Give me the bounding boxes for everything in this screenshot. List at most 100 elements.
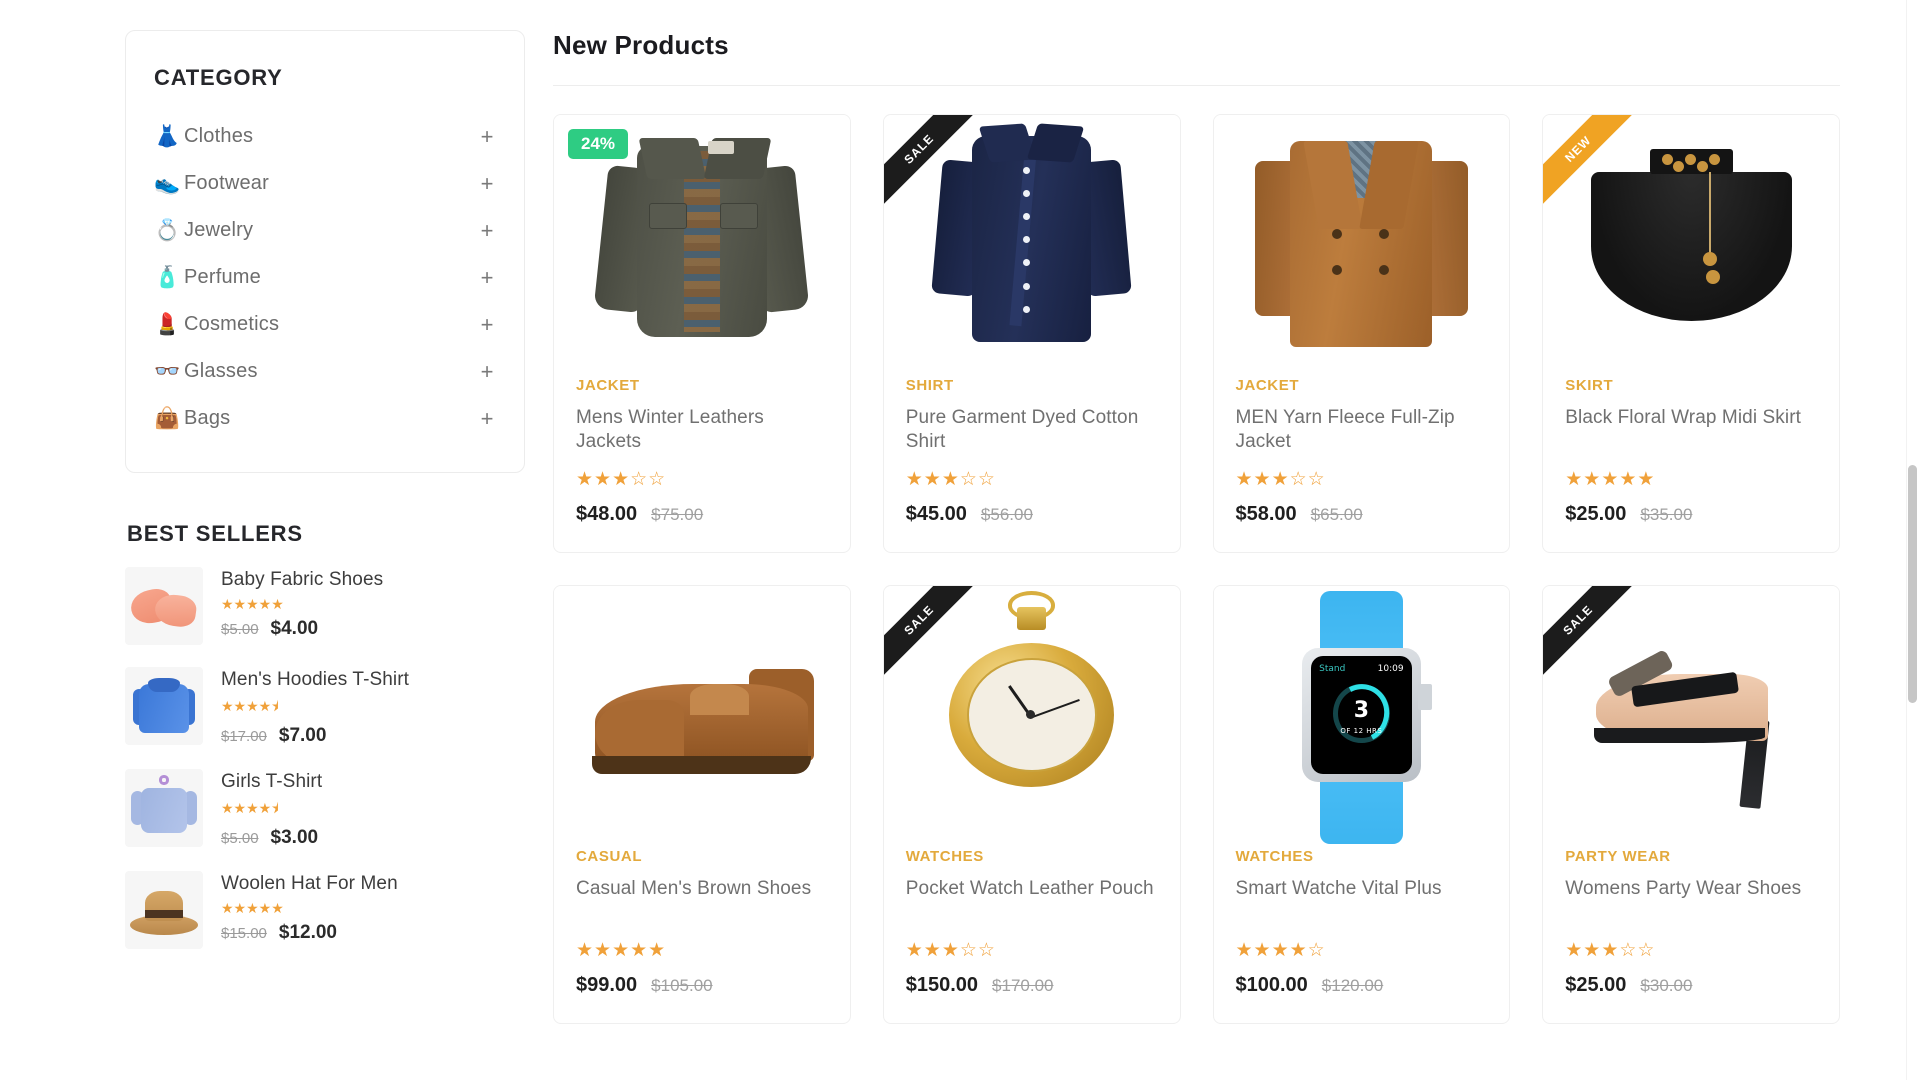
glasses-icon: 👓 <box>154 360 181 383</box>
product-image[interactable]: SALE <box>883 586 1180 844</box>
best-seller-name: Girls T-Shirt <box>221 771 323 792</box>
category-item-perfume[interactable]: 🧴 Perfume + <box>154 254 496 301</box>
product-name[interactable]: Casual Men's Brown Shoes <box>576 877 828 927</box>
product-name[interactable]: Womens Party Wear Shoes <box>1565 877 1817 927</box>
product-price: $45.00 <box>905 503 967 525</box>
product-name[interactable]: Mens Winter Leathers Jackets <box>576 406 828 456</box>
best-seller-item[interactable]: Woolen Hat For Men ★★★★★ $15.00 $12.00 <box>125 871 525 949</box>
product-category[interactable]: WATCHES <box>1236 848 1488 865</box>
product-category[interactable]: PARTY WEAR <box>1565 848 1817 865</box>
title-divider <box>553 85 1840 86</box>
best-seller-item[interactable]: Men's Hoodies T-Shirt ★★★★⯨ $17.00 $7.00 <box>125 667 525 747</box>
product-image[interactable]: SALE <box>1543 586 1839 844</box>
product-category[interactable]: JACKET <box>1236 377 1488 394</box>
product-card[interactable]: SALE WATCHES Pocket Watch Leather Pouch … <box>882 585 1181 1024</box>
product-price: $100.00 <box>1235 974 1308 996</box>
best-seller-item[interactable]: Baby Fabric Shoes ★★★★★ $5.00 $4.00 <box>125 567 525 645</box>
product-card[interactable]: CASUAL Casual Men's Brown Shoes ★★★★★ $9… <box>553 585 851 1024</box>
product-old-price: $75.00 <box>651 505 704 524</box>
category-item-footwear[interactable]: 👟 Footwear + <box>154 160 496 207</box>
category-item-label: Bags <box>184 407 231 429</box>
product-image[interactable]: NEW <box>1543 115 1839 373</box>
expand-plus-icon[interactable]: + <box>478 360 496 383</box>
product-name[interactable]: Pocket Watch Leather Pouch <box>906 877 1158 927</box>
product-rating: ★★★☆☆ <box>905 940 996 961</box>
product-rating: ★★★☆☆ <box>1565 940 1656 961</box>
best-seller-thumbnail <box>125 769 203 847</box>
product-image[interactable]: Stand 10:09 3 OF 12 HRS <box>1213 586 1510 844</box>
product-image[interactable]: SALE <box>883 115 1180 373</box>
product-card[interactable]: Stand 10:09 3 OF 12 HRS WATCHES Smart Wa… <box>1212 585 1511 1024</box>
product-image[interactable] <box>1213 115 1510 373</box>
product-card[interactable]: NEW SKIRT Black Floral Wrap Midi Skirt ★… <box>1542 114 1840 553</box>
product-rating: ★★★☆☆ <box>905 469 996 490</box>
product-rating: ★★★★★ <box>576 940 667 961</box>
dress-icon: 👗 <box>154 125 181 148</box>
product-image[interactable] <box>554 586 850 844</box>
watch-screen-value: 3 <box>1353 698 1370 724</box>
product-price: $99.00 <box>576 974 638 996</box>
product-category[interactable]: CASUAL <box>576 848 828 865</box>
best-seller-rating: ★★★★★ <box>221 900 284 916</box>
watch-screen-time: 10:09 <box>1377 663 1404 674</box>
best-seller-thumbnail <box>125 567 203 645</box>
product-old-price: $30.00 <box>1640 976 1693 995</box>
product-card[interactable]: JACKET MEN Yarn Fleece Full-Zip Jacket ★… <box>1212 114 1511 553</box>
product-price: $58.00 <box>1235 503 1297 525</box>
best-seller-old-price: $17.00 <box>221 728 267 745</box>
category-item-clothes[interactable]: 👗 Clothes + <box>154 113 496 160</box>
perfume-icon: 🧴 <box>154 266 181 289</box>
product-category[interactable]: SHIRT <box>906 377 1158 394</box>
best-seller-name: Baby Fabric Shoes <box>221 569 384 590</box>
product-name[interactable]: Pure Garment Dyed Cotton Shirt <box>906 406 1158 456</box>
best-sellers-title: BEST SELLERS <box>127 521 303 546</box>
category-item-label: Perfume <box>184 266 261 288</box>
product-old-price: $56.00 <box>980 505 1033 524</box>
handbag-icon: 👜 <box>154 407 181 430</box>
product-name[interactable]: Smart Watche Vital Plus <box>1236 877 1488 927</box>
product-name[interactable]: Black Floral Wrap Midi Skirt <box>1565 406 1817 456</box>
sidebar: CATEGORY 👗 Clothes + 👟 Footwear + 💍 Jewe… <box>125 30 525 971</box>
product-name[interactable]: MEN Yarn Fleece Full-Zip Jacket <box>1236 406 1488 456</box>
best-seller-rating: ★★★★★ <box>221 596 284 612</box>
discount-badge: 24% <box>568 129 629 159</box>
best-seller-old-price: $5.00 <box>221 621 259 638</box>
page-layout: CATEGORY 👗 Clothes + 👟 Footwear + 💍 Jewe… <box>0 0 1920 1024</box>
expand-plus-icon[interactable]: + <box>478 172 496 195</box>
best-seller-price: $4.00 <box>270 618 319 639</box>
category-item-label: Footwear <box>184 172 269 194</box>
gem-ring-icon: 💍 <box>154 219 181 242</box>
best-seller-rating: ★★★★⯨ <box>221 800 279 816</box>
product-category[interactable]: SKIRT <box>1565 377 1817 394</box>
category-item-label: Jewelry <box>184 219 254 241</box>
scrollbar-thumb[interactable] <box>1908 465 1917 703</box>
product-old-price: $170.00 <box>992 976 1054 995</box>
product-card[interactable]: 24% JACKET Mens Winter Leathers Jackets … <box>553 114 851 553</box>
product-old-price: $65.00 <box>1310 505 1363 524</box>
expand-plus-icon[interactable]: + <box>478 125 496 148</box>
best-seller-old-price: $5.00 <box>221 830 259 847</box>
main-content: New Products 24% JACKET Mens Winter Leat… <box>553 30 1920 1024</box>
category-item-jewelry[interactable]: 💍 Jewelry + <box>154 207 496 254</box>
product-card[interactable]: SALE PARTY WEAR Womens Party Wear Shoes … <box>1542 585 1840 1024</box>
product-rating: ★★★★☆ <box>1235 940 1326 961</box>
product-category[interactable]: JACKET <box>576 377 828 394</box>
product-category[interactable]: WATCHES <box>906 848 1158 865</box>
category-list: 👗 Clothes + 👟 Footwear + 💍 Jewelry + 🧴 P… <box>154 113 496 442</box>
product-price: $25.00 <box>1565 974 1627 996</box>
category-item-glasses[interactable]: 👓 Glasses + <box>154 348 496 395</box>
best-seller-item[interactable]: Girls T-Shirt ★★★★⯨ $5.00 $3.00 <box>125 769 525 849</box>
product-card[interactable]: SALE SHIRT Pure Garment Dyed Cotton Shir… <box>882 114 1181 553</box>
page-title: New Products <box>553 30 729 60</box>
expand-plus-icon[interactable]: + <box>478 219 496 242</box>
expand-plus-icon[interactable]: + <box>478 313 496 336</box>
product-price: $25.00 <box>1565 503 1627 525</box>
expand-plus-icon[interactable]: + <box>478 407 496 430</box>
category-item-cosmetics[interactable]: 💄 Cosmetics + <box>154 301 496 348</box>
category-item-label: Clothes <box>184 125 254 147</box>
scrollbar-track[interactable] <box>1906 0 1920 1080</box>
expand-plus-icon[interactable]: + <box>478 266 496 289</box>
watch-screen-sub: OF 12 HRS <box>1340 726 1383 735</box>
category-item-bags[interactable]: 👜 Bags + <box>154 395 496 442</box>
product-image[interactable]: 24% <box>554 115 850 373</box>
